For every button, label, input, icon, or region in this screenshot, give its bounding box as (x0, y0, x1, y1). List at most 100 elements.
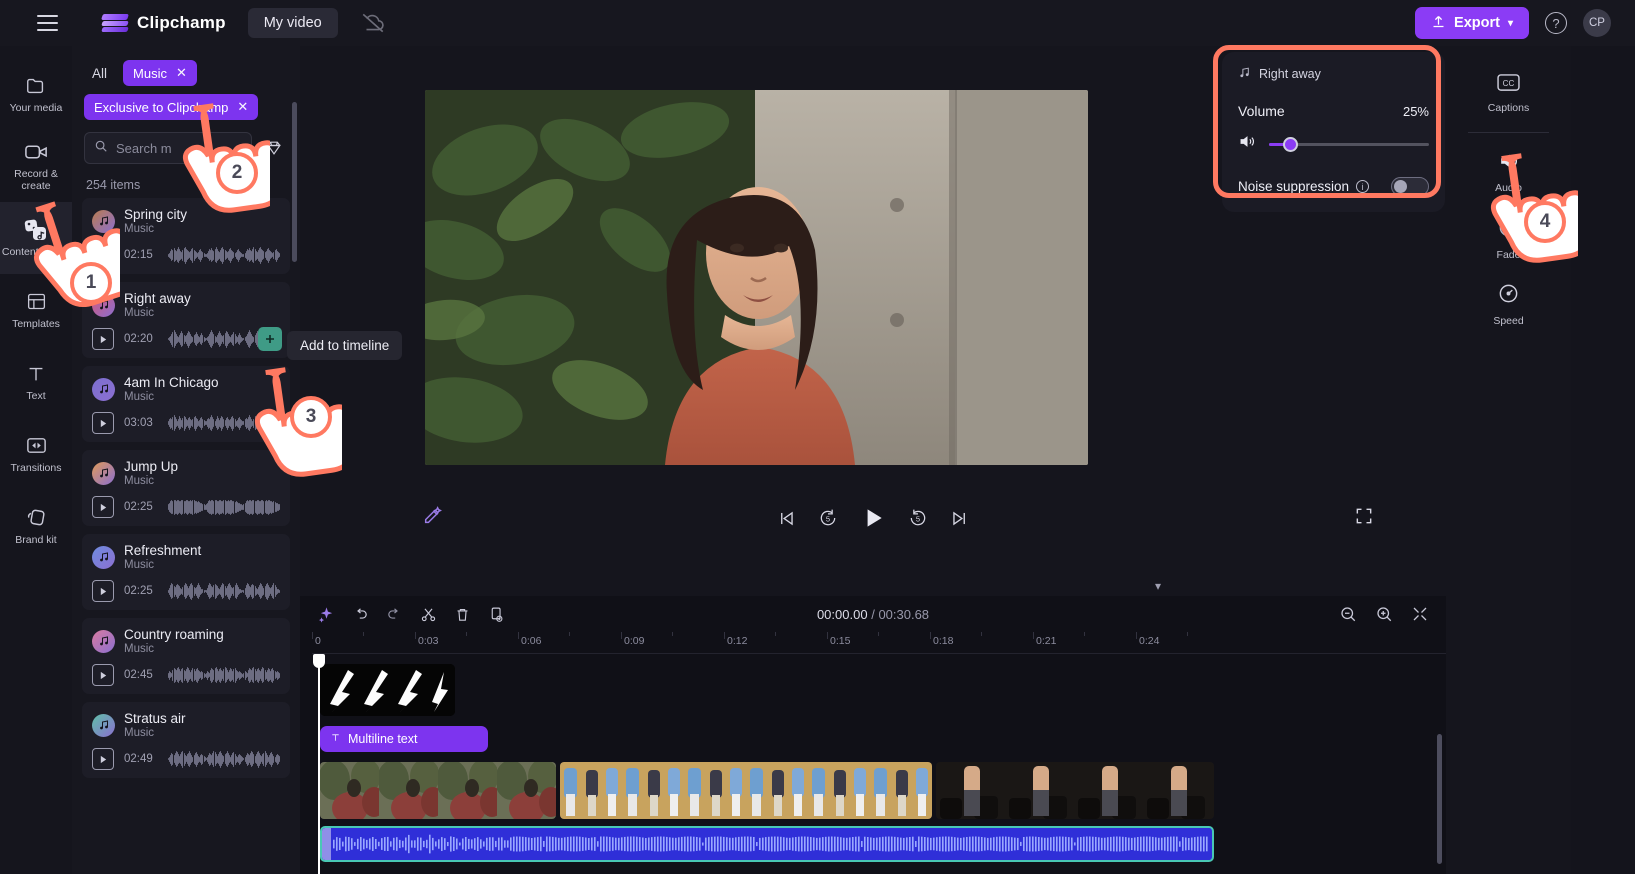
timeline-clip-video-1[interactable] (320, 762, 556, 819)
volume-slider[interactable] (1269, 136, 1429, 152)
timeline-vertical-scrollbar[interactable] (1437, 734, 1442, 864)
avatar[interactable]: CP (1583, 9, 1611, 37)
track-footer: 02:25 (92, 580, 280, 602)
video-preview[interactable] (425, 90, 1088, 465)
track-waveform (168, 245, 280, 265)
redo-icon[interactable] (384, 604, 404, 624)
library-track-item[interactable]: Stratus air Music 02:49 (82, 702, 290, 778)
filter-all[interactable]: All (84, 62, 115, 85)
play-icon[interactable] (860, 505, 886, 531)
audio-clip-left-handle[interactable] (322, 828, 331, 860)
album-art (92, 209, 115, 233)
preview-frame (425, 90, 1088, 465)
timeline-clip-text[interactable]: Multiline text (320, 726, 488, 752)
timeline-clip-overlay[interactable] (320, 664, 455, 716)
library-track-item[interactable]: Country roaming Music 02:45 (82, 618, 290, 694)
scissors-icon[interactable] (418, 604, 438, 624)
zoom-in-icon[interactable] (1374, 604, 1394, 624)
export-button[interactable]: Export ▾ (1415, 7, 1529, 39)
tab-speed[interactable]: Speed (1446, 271, 1571, 337)
ruler-gridline-minor (1084, 632, 1085, 636)
svg-text:5: 5 (916, 514, 920, 523)
ruler-gridline (621, 632, 622, 639)
play-icon[interactable] (92, 664, 114, 686)
search-row (72, 124, 300, 170)
filter-chip-music[interactable]: Music ✕ (123, 60, 197, 86)
sidebar-item-templates[interactable]: Templates (0, 274, 72, 346)
sidebar-item-transitions[interactable]: Transitions (0, 418, 72, 490)
cloud-off-icon[interactable] (360, 10, 386, 36)
add-to-timeline-button[interactable] (258, 327, 282, 351)
close-icon[interactable]: ✕ (237, 99, 248, 115)
step-badge-4: 4 (1524, 201, 1566, 243)
noise-suppression-toggle[interactable] (1391, 177, 1429, 196)
play-icon[interactable] (92, 412, 114, 434)
duplicate-icon[interactable] (486, 604, 506, 624)
play-icon[interactable] (92, 748, 114, 770)
zoom-out-icon[interactable] (1338, 604, 1358, 624)
search-input[interactable] (116, 140, 242, 156)
slider-knob[interactable] (1283, 136, 1298, 152)
timeline-clip-audio[interactable] (320, 826, 1214, 862)
speaker-icon[interactable] (1238, 133, 1257, 155)
fit-icon[interactable] (1410, 604, 1430, 624)
undo-icon[interactable] (350, 604, 370, 624)
track-name: Stratus air (124, 711, 186, 726)
play-icon[interactable] (92, 328, 114, 350)
play-icon[interactable] (92, 580, 114, 602)
close-icon[interactable]: ✕ (176, 65, 187, 81)
sidebar-item-your-media[interactable]: Your media (0, 58, 72, 130)
library-track-item[interactable]: Refreshment Music 02:25 (82, 534, 290, 610)
project-name-tab[interactable]: My video (247, 8, 338, 38)
trash-icon[interactable] (452, 604, 472, 624)
sidebar-item-text[interactable]: Text (0, 346, 72, 418)
forward-5-icon[interactable]: 5 (908, 508, 928, 528)
sidebar-label: Brand kit (15, 533, 57, 546)
track-footer: 02:25 (92, 496, 280, 518)
timeline-ruler[interactable]: 0 0:03 0:06 0:09 0:12 0:15 0:18 0:21 0:24 (312, 632, 1446, 654)
skip-start-icon[interactable] (777, 509, 796, 528)
track-category: Music (124, 727, 155, 739)
step-badge-2: 2 (216, 152, 258, 194)
library-track-item[interactable]: Right away Music 02:20 (82, 282, 290, 358)
sidebar-item-record-create[interactable]: Record & create (0, 130, 72, 202)
hamburger-icon[interactable] (30, 6, 64, 40)
album-art (92, 461, 115, 485)
fullscreen-icon[interactable] (1354, 506, 1374, 531)
tab-audio[interactable]: Audio (1446, 139, 1571, 205)
filter-chip-exclusive[interactable]: Exclusive to Clipchamp ✕ (84, 94, 259, 120)
track-header: Jump Up Music (92, 459, 280, 487)
clipchamp-logo-icon (101, 12, 129, 34)
track-duration: 02:15 (124, 249, 153, 261)
info-icon[interactable]: i (1356, 180, 1370, 193)
ruler-gridline (518, 632, 519, 639)
playhead-knob[interactable] (313, 654, 325, 668)
library-track-item[interactable]: 4am In Chicago Music 03:03 (82, 366, 290, 442)
collapse-timeline-chevron-icon[interactable]: ▾ (1155, 579, 1161, 593)
noise-suppression-label: Noise suppression (1238, 179, 1350, 194)
library-scrollbar[interactable] (292, 102, 297, 262)
prop-label: Captions (1487, 101, 1530, 114)
timecode: 00:00.00 / 00:30.68 (817, 607, 929, 622)
timeline-clip-video-3[interactable] (936, 762, 1214, 819)
sidebar-item-brand-kit[interactable]: Brand kit (0, 490, 72, 562)
playhead[interactable] (313, 654, 325, 874)
track-header: 4am In Chicago Music (92, 375, 280, 403)
sidebar-item-content-library[interactable]: Content library (0, 202, 72, 274)
library-track-item[interactable]: Spring city Music 02:15 (82, 198, 290, 274)
timeline-clip-video-2[interactable] (560, 762, 932, 819)
sparkle-icon[interactable] (316, 604, 336, 624)
skip-end-icon[interactable] (950, 509, 969, 528)
play-icon[interactable] (92, 496, 114, 518)
track-name: 4am In Chicago (124, 375, 219, 390)
track-duration: 03:03 (124, 417, 153, 429)
rewind-5-icon[interactable]: 5 (818, 508, 838, 528)
tab-captions[interactable]: CC Captions (1446, 60, 1571, 126)
track-footer: 02:20 (92, 327, 282, 351)
help-icon[interactable]: ? (1545, 12, 1567, 34)
library-track-item[interactable]: Jump Up Music 02:25 (82, 450, 290, 526)
magic-tools-icon[interactable] (422, 505, 444, 532)
collapse-left-panel-button[interactable]: ‹ (302, 436, 316, 466)
gem-icon[interactable] (260, 134, 288, 162)
track-header: Stratus air Music (92, 711, 280, 739)
